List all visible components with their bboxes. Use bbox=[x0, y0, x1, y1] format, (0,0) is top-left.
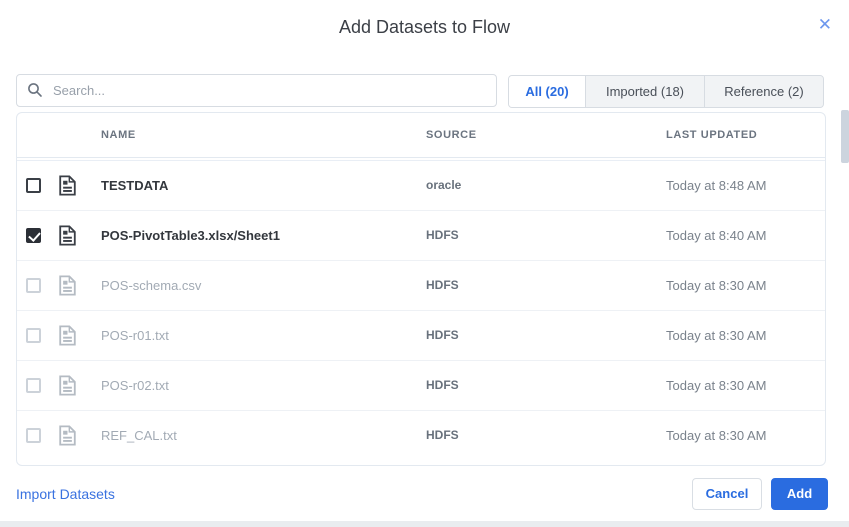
table-row[interactable]: POS-r02.txt HDFS Today at 8:30 AM bbox=[17, 361, 825, 411]
cancel-button[interactable]: Cancel bbox=[692, 477, 762, 510]
dataset-name: POS-r01.txt bbox=[101, 328, 169, 343]
dataset-source: HDFS bbox=[426, 378, 459, 392]
add-button[interactable]: Add bbox=[771, 477, 828, 510]
row-checkbox[interactable] bbox=[26, 428, 41, 443]
dialog-title: Add Datasets to Flow bbox=[338, 17, 511, 37]
row-checkbox[interactable] bbox=[26, 178, 41, 193]
dataset-source: HDFS bbox=[426, 428, 459, 442]
row-checkbox[interactable] bbox=[26, 378, 41, 393]
table-body: TESTDATA oracle Today at 8:48 AM POS-Piv… bbox=[17, 161, 825, 461]
close-icon[interactable]: ✕ bbox=[818, 16, 832, 33]
dataset-source: HDFS bbox=[426, 328, 459, 342]
row-checkbox[interactable] bbox=[26, 278, 41, 293]
table-row[interactable]: TESTDATA oracle Today at 8:48 AM bbox=[17, 161, 825, 211]
row-checkbox[interactable] bbox=[26, 328, 41, 343]
column-header-source: SOURCE bbox=[426, 129, 477, 141]
column-header-name: NAME bbox=[101, 129, 136, 141]
scrollbar[interactable] bbox=[841, 110, 849, 163]
table-header: NAME SOURCE LAST UPDATED bbox=[17, 113, 825, 158]
dataset-name: POS-schema.csv bbox=[101, 278, 202, 293]
table-row[interactable]: POS-schema.csv HDFS Today at 8:30 AM bbox=[17, 261, 825, 311]
dialog-footer: Import Datasets Cancel Add bbox=[0, 466, 849, 521]
search-icon bbox=[28, 83, 42, 97]
filter-tabs: All (20) Imported (18) Reference (2) bbox=[508, 75, 824, 108]
dataset-name: POS-r02.txt bbox=[101, 378, 169, 393]
dataset-file-icon bbox=[59, 275, 76, 301]
dataset-source: HDFS bbox=[426, 278, 459, 292]
datasets-table: NAME SOURCE LAST UPDATED TESTDATA oracle… bbox=[16, 112, 826, 466]
dataset-file-icon bbox=[59, 225, 76, 251]
dataset-source: oracle bbox=[426, 178, 462, 192]
dataset-last-updated: Today at 8:30 AM bbox=[666, 428, 767, 443]
dataset-name: REF_CAL.txt bbox=[101, 428, 177, 443]
row-checkbox[interactable] bbox=[26, 228, 41, 243]
table-row[interactable]: POS-PivotTable3.xlsx/Sheet1 HDFS Today a… bbox=[17, 211, 825, 261]
column-header-updated: LAST UPDATED bbox=[666, 129, 758, 141]
dataset-file-icon bbox=[59, 375, 76, 401]
dataset-last-updated: Today at 8:30 AM bbox=[666, 278, 767, 293]
filter-tab-0[interactable]: All (20) bbox=[509, 76, 586, 107]
table-row[interactable]: REF_CAL.txt HDFS Today at 8:30 AM bbox=[17, 411, 825, 461]
dataset-last-updated: Today at 8:30 AM bbox=[666, 378, 767, 393]
dataset-name: TESTDATA bbox=[101, 178, 169, 193]
dataset-last-updated: Today at 8:30 AM bbox=[666, 328, 767, 343]
filter-tab-2[interactable]: Reference (2) bbox=[705, 76, 823, 107]
dataset-last-updated: Today at 8:40 AM bbox=[666, 228, 767, 243]
dataset-last-updated: Today at 8:48 AM bbox=[666, 178, 767, 193]
search-input[interactable] bbox=[16, 74, 497, 107]
dataset-file-icon bbox=[59, 325, 76, 351]
dataset-name: POS-PivotTable3.xlsx/Sheet1 bbox=[101, 228, 280, 243]
dataset-file-icon bbox=[59, 425, 76, 451]
dataset-source: HDFS bbox=[426, 228, 459, 242]
import-datasets-link[interactable]: Import Datasets bbox=[16, 486, 115, 502]
dataset-file-icon bbox=[59, 175, 76, 201]
add-datasets-dialog: Add Datasets to Flow ✕ All (20)Imported … bbox=[0, 0, 849, 521]
table-row[interactable]: POS-r01.txt HDFS Today at 8:30 AM bbox=[17, 311, 825, 361]
search-box bbox=[16, 74, 497, 107]
filter-tab-1[interactable]: Imported (18) bbox=[586, 76, 705, 107]
